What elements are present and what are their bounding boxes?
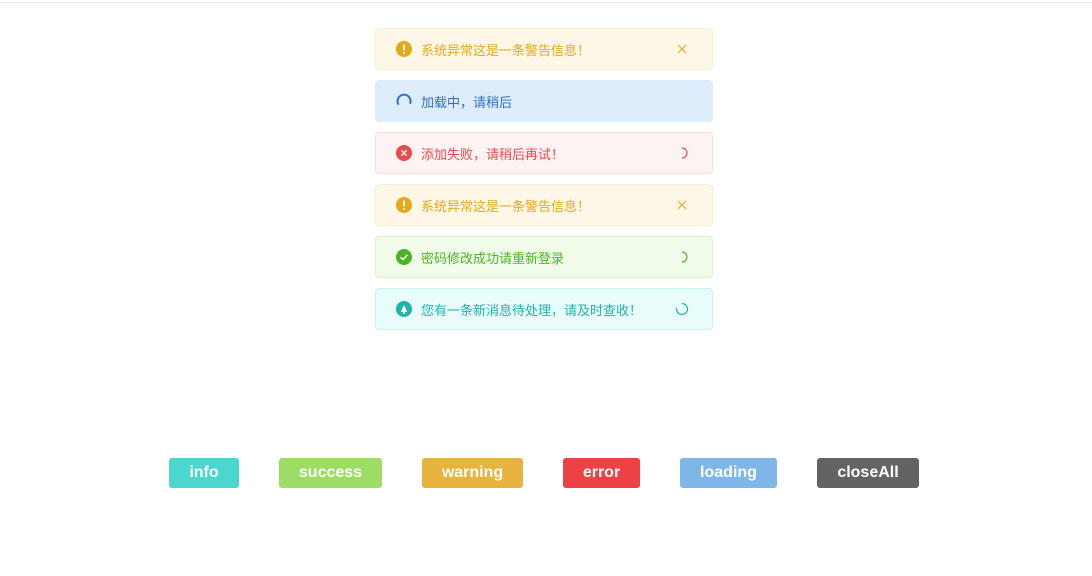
toast-warning: 系统异常这是一条警告信息！ <box>375 184 713 226</box>
spinner-icon <box>674 301 690 317</box>
spinner-icon <box>674 145 690 161</box>
info-button[interactable]: info <box>169 458 239 488</box>
toast-info: 加载中，请稍后 <box>375 80 713 122</box>
toast-message: 系统异常这是一条警告信息！ <box>421 43 591 59</box>
loading-spinner-icon <box>396 93 412 109</box>
loading-button[interactable]: loading <box>680 458 777 488</box>
warning-button[interactable]: warning <box>422 458 523 488</box>
toast-warning: 系统异常这是一条警告信息！ <box>375 28 713 70</box>
bell-circle-icon <box>396 301 412 317</box>
exclamation-circle-icon <box>396 41 412 57</box>
toast-message: 您有一条新消息待处理，请及时查收！ <box>421 303 643 319</box>
toast-message: 加载中，请稍后 <box>421 95 513 111</box>
x-circle-icon <box>396 145 412 161</box>
exclamation-circle-icon <box>396 197 412 213</box>
toast-notice: 您有一条新消息待处理，请及时查收！ <box>375 288 713 330</box>
toast-message: 系统异常这是一条警告信息！ <box>421 199 591 215</box>
close-icon[interactable] <box>674 197 690 213</box>
success-button[interactable]: success <box>279 458 382 488</box>
close-icon[interactable] <box>674 41 690 57</box>
toast-message: 添加失败，请稍后再试！ <box>421 147 565 163</box>
close-all-button[interactable]: closeAll <box>817 458 919 488</box>
toast-message: 密码修改成功请重新登录 <box>421 251 565 267</box>
top-divider <box>0 2 1092 3</box>
toast-error: 添加失败，请稍后再试！ <box>375 132 713 174</box>
toast-success: 密码修改成功请重新登录 <box>375 236 713 278</box>
error-button[interactable]: error <box>563 458 640 488</box>
toast-stack: 系统异常这是一条警告信息！ 加载中，请稍后 添加失败，请稍后再试！ 系统异常这是… <box>375 28 713 340</box>
check-circle-icon <box>396 249 412 265</box>
spinner-icon <box>674 249 690 265</box>
